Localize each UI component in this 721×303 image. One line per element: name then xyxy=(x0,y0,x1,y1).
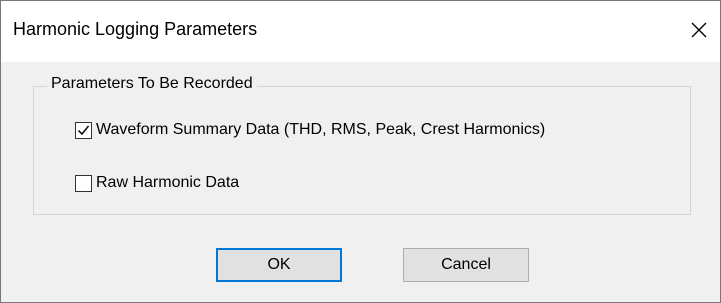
title-bar: Harmonic Logging Parameters xyxy=(1,1,720,62)
waveform-summary-label: Waveform Summary Data (THD, RMS, Peak, C… xyxy=(96,121,546,138)
close-icon xyxy=(691,22,707,38)
raw-harmonic-option[interactable]: Raw Harmonic Data xyxy=(75,174,239,192)
waveform-summary-checkbox[interactable] xyxy=(75,121,92,139)
close-button[interactable] xyxy=(682,13,716,47)
group-legend: Parameters To Be Recorded xyxy=(47,75,257,93)
raw-harmonic-checkbox[interactable] xyxy=(75,174,92,192)
window-title: Harmonic Logging Parameters xyxy=(13,19,258,39)
waveform-summary-option[interactable]: Waveform Summary Data (THD, RMS, Peak, C… xyxy=(75,121,545,139)
dialog-window: Harmonic Logging Parameters Parameters T… xyxy=(0,0,721,303)
raw-harmonic-label: Raw Harmonic Data xyxy=(96,174,240,191)
parameters-groupbox xyxy=(33,86,691,215)
cancel-button[interactable]: Cancel xyxy=(403,248,529,282)
checkmark-icon xyxy=(77,125,90,135)
ok-button[interactable]: OK xyxy=(216,248,342,282)
